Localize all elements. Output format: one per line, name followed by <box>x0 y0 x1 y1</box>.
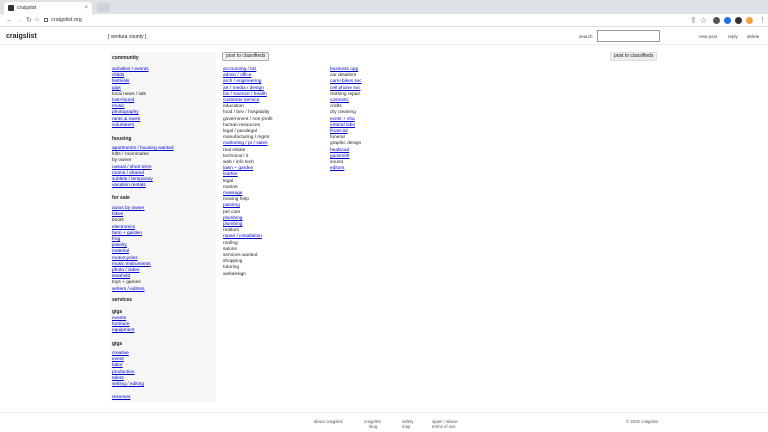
category-link[interactable]: tutoring <box>223 265 239 271</box>
category-link[interactable]: farm + garden <box>112 231 142 237</box>
category-link[interactable]: roofing <box>223 241 238 247</box>
delete-link[interactable]: delete <box>747 34 759 39</box>
home-icon[interactable]: ⌂ <box>35 15 39 26</box>
category-link[interactable]: production <box>112 370 134 376</box>
category-link[interactable]: editors <box>330 166 344 172</box>
about-link[interactable]: about craigslist <box>314 419 343 424</box>
category-link[interactable]: marketing / pr / sales <box>223 141 268 147</box>
post-to-classifieds-button[interactable]: post to classifieds <box>610 52 658 61</box>
category-link[interactable]: legal <box>223 179 233 185</box>
category-link[interactable]: bio / science / health <box>223 92 267 98</box>
category-link[interactable]: salons <box>223 247 237 253</box>
tab-title: craigslist <box>17 5 37 11</box>
category-link[interactable]: painting <box>223 203 240 209</box>
blog-link[interactable]: blog <box>369 424 377 429</box>
category-link[interactable]: arch / engineering <box>223 79 261 85</box>
category-link[interactable]: food / bev / hospitality <box>223 110 269 116</box>
search-label: search <box>579 34 593 39</box>
area-selector[interactable]: [ ventura county ] <box>108 34 146 40</box>
category-link[interactable]: equipment <box>112 328 134 334</box>
category-link[interactable]: healscad <box>330 148 349 154</box>
category-link[interactable]: electronics <box>112 225 135 231</box>
category-link[interactable]: cars+bikes svc <box>330 79 362 85</box>
copyright-text: © 2025 craigslist <box>626 419 658 424</box>
category-link[interactable]: motorcycles <box>112 256 138 262</box>
url-text: craigslist.org <box>51 17 82 23</box>
footer: about craigslist craigslist blog safety … <box>0 412 768 432</box>
category-link[interactable]: labor <box>112 363 123 369</box>
gigs-heading: gigs <box>112 309 123 315</box>
community-heading: community <box>112 55 139 61</box>
reply-link[interactable]: reply <box>728 34 738 39</box>
extension-icon[interactable] <box>746 17 753 24</box>
category-link[interactable]: toys + games <box>112 280 141 286</box>
category-link[interactable]: volunteers <box>112 123 134 129</box>
reload-icon[interactable]: ↻ <box>26 15 32 26</box>
category-link[interactable]: by owner <box>112 158 131 164</box>
map-link[interactable]: map <box>402 424 410 429</box>
address-bar[interactable]: craigslist.org <box>44 16 684 25</box>
category-link[interactable]: gigs <box>112 86 121 92</box>
category-link[interactable]: human resources <box>223 123 260 129</box>
extension-icon[interactable] <box>724 17 731 24</box>
category-link[interactable]: rants & raves <box>112 117 140 123</box>
category-link[interactable]: art / media / design <box>223 86 264 92</box>
category-link[interactable]: cell phone svc <box>330 86 360 92</box>
favicon-icon <box>8 5 14 11</box>
resumes-link[interactable]: resumes <box>112 395 130 401</box>
category-link[interactable]: festivals <box>112 79 129 85</box>
browser-toolbar: ← → ↻ ⌂ craigslist.org ⇪ ☆ ⋮ <box>0 14 768 27</box>
category-link[interactable]: pet care <box>223 210 240 216</box>
close-tab-icon[interactable]: × <box>84 2 88 14</box>
craigslist-logo[interactable]: craigslist <box>6 33 37 40</box>
browser-tab-bar: craigslist × <box>0 0 768 14</box>
housing-heading: housing <box>112 136 132 142</box>
category-link[interactable]: dry cleaning <box>330 110 356 116</box>
search-input[interactable] <box>597 30 660 42</box>
category-link[interactable]: gunsmith <box>330 154 349 160</box>
for-sale-heading: for sale <box>112 195 130 201</box>
category-link[interactable]: webdesign <box>223 272 246 278</box>
category-link[interactable]: talent <box>112 376 124 382</box>
category-link[interactable]: repair / installation <box>223 234 262 240</box>
category-link[interactable]: government / non-profit <box>223 117 273 123</box>
new-post-link[interactable]: new post <box>699 34 717 39</box>
extension-icon[interactable] <box>735 17 742 24</box>
category-link[interactable]: technical / it <box>223 154 248 160</box>
more-menu-icon[interactable]: ⋮ <box>759 14 766 27</box>
terms-link[interactable]: terms of use <box>432 424 456 429</box>
share-icon[interactable]: ⇪ <box>690 14 697 27</box>
category-link[interactable]: marine <box>223 185 238 191</box>
category-link[interactable]: material <box>112 249 129 255</box>
category-link[interactable]: evets + vha <box>330 117 355 123</box>
post-to-classifieds-button[interactable]: post to classifieds <box>222 52 270 61</box>
category-link[interactable]: local news / talk <box>112 92 146 98</box>
category-link[interactable]: graphic design <box>330 141 361 147</box>
extension-icon[interactable] <box>713 17 720 24</box>
category-link[interactable]: leather <box>223 172 238 178</box>
category-link[interactable]: plumbing <box>223 216 242 222</box>
category-link[interactable]: writing / editing <box>112 382 144 388</box>
category-link[interactable]: music instruments <box>112 262 151 268</box>
category-link[interactable]: real estate <box>223 148 245 154</box>
category-link[interactable]: writers / editors <box>112 287 145 293</box>
browser-tab[interactable]: craigslist × <box>4 2 92 14</box>
category-link[interactable]: rooms / shared <box>112 171 144 177</box>
category-link[interactable]: clothing repair <box>330 92 360 98</box>
gigs-heading: gigs <box>112 341 123 347</box>
category-link[interactable]: photography <box>112 110 139 116</box>
forward-icon[interactable]: → <box>16 15 23 26</box>
new-tab-button[interactable] <box>97 3 110 12</box>
bookmark-star-icon[interactable]: ☆ <box>700 14 707 27</box>
category-link[interactable]: casual / short term <box>112 165 151 171</box>
services-heading: services <box>112 297 133 303</box>
category-link[interactable]: boots <box>112 218 124 224</box>
category-link[interactable]: enteral labo <box>330 123 355 129</box>
lock-icon <box>44 17 48 22</box>
back-icon[interactable]: ← <box>6 15 13 26</box>
category-link[interactable]: vacation rentals <box>112 183 146 189</box>
